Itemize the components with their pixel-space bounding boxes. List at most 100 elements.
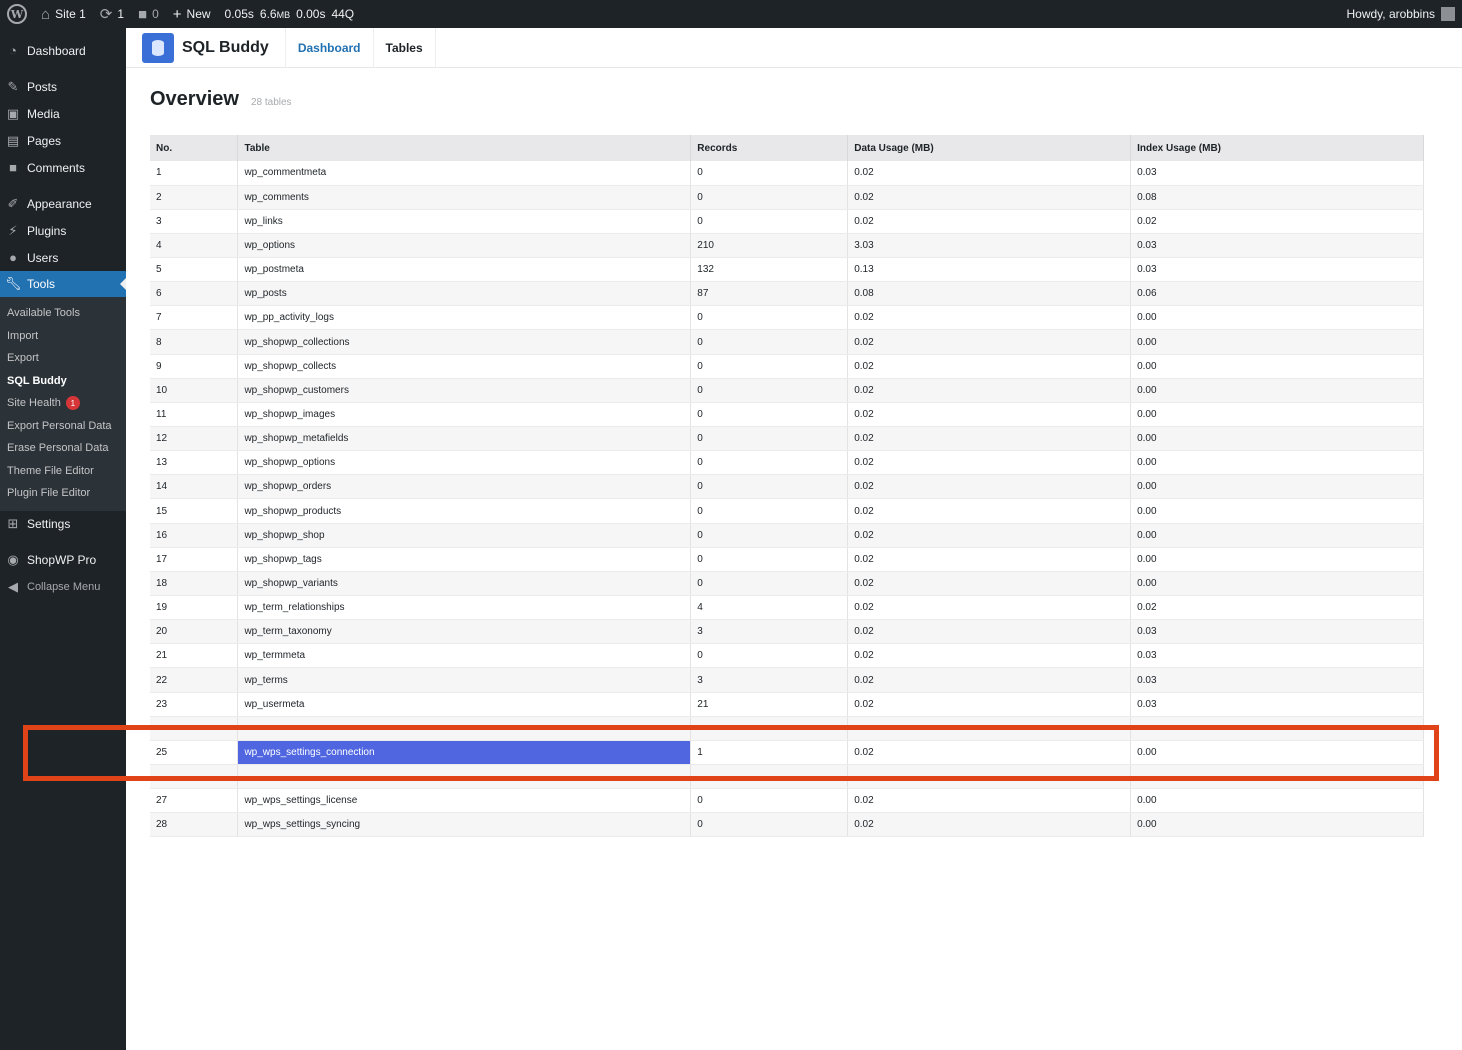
table-row[interactable]: 28 wp_wps_settings_syncing 0 0.02 0.00 bbox=[150, 812, 1424, 838]
table-row[interactable]: 3 wp_links 0 0.02 0.02 bbox=[150, 209, 1424, 234]
table-row[interactable]: 14 wp_shopwp_orders 0 0.02 0.00 bbox=[150, 474, 1424, 500]
table-name[interactable] bbox=[237, 716, 692, 741]
submenu-available-tools[interactable]: Available Tools bbox=[0, 302, 126, 325]
table-row[interactable]: 27 wp_wps_settings_license 0 0.02 0.00 bbox=[150, 788, 1424, 814]
table-row[interactable]: 16 wp_shopwp_shop 0 0.02 0.00 bbox=[150, 523, 1424, 548]
comments-menu[interactable]: ■ 0 bbox=[131, 0, 166, 28]
table-name[interactable]: wp_commentmeta bbox=[237, 161, 692, 186]
table-row[interactable]: 9 wp_shopwp_collects 0 0.02 0.00 bbox=[150, 354, 1424, 379]
my-account-menu[interactable]: Howdy, arobbins bbox=[1340, 0, 1462, 28]
table-row[interactable]: 15 wp_shopwp_products 0 0.02 0.00 bbox=[150, 498, 1424, 524]
tab-dashboard[interactable]: Dashboard bbox=[284, 27, 373, 68]
table-name[interactable]: wp_postmeta bbox=[237, 257, 692, 283]
table-row[interactable]: 18 wp_shopwp_variants 0 0.02 0.00 bbox=[150, 571, 1424, 597]
record-count: 132 bbox=[690, 257, 849, 283]
table-row[interactable] bbox=[150, 764, 1424, 790]
table-name[interactable]: wp_wps_settings_syncing bbox=[237, 812, 692, 838]
table-name[interactable]: wp_wps_settings_connection bbox=[237, 740, 692, 766]
table-name[interactable]: wp_terms bbox=[237, 667, 692, 693]
table-name[interactable]: wp_term_relationships bbox=[237, 595, 692, 621]
sidebar-item-label: ShopWP Pro bbox=[27, 553, 97, 567]
submenu-erase-personal-data[interactable]: Erase Personal Data bbox=[0, 437, 126, 460]
submenu-theme-file-editor[interactable]: Theme File Editor bbox=[0, 460, 126, 483]
sidebar-item-dashboard[interactable]: ◔ Dashboard bbox=[0, 37, 126, 64]
table-row[interactable]: 7 wp_pp_activity_logs 0 0.02 0.00 bbox=[150, 305, 1424, 331]
table-name[interactable]: wp_shopwp_tags bbox=[237, 547, 692, 572]
table-row[interactable]: 10 wp_shopwp_customers 0 0.02 0.00 bbox=[150, 378, 1424, 403]
table-name[interactable]: wp_term_taxonomy bbox=[237, 619, 692, 645]
column-header[interactable]: No. bbox=[150, 135, 239, 161]
table-name[interactable]: wp_usermeta bbox=[237, 692, 692, 717]
table-row[interactable]: 23 wp_usermeta 21 0.02 0.03 bbox=[150, 692, 1424, 717]
new-content-menu[interactable]: + New bbox=[166, 0, 218, 28]
submenu-import[interactable]: Import bbox=[0, 325, 126, 348]
table-name[interactable]: wp_posts bbox=[237, 281, 692, 307]
table-name[interactable]: wp_shopwp_variants bbox=[237, 571, 692, 597]
table-name[interactable]: wp_shopwp_images bbox=[237, 402, 692, 428]
table-name[interactable]: wp_shopwp_orders bbox=[237, 474, 692, 500]
query-monitor-menu[interactable]: 0.05s 6.6MB 0.00s 44Q bbox=[218, 0, 368, 28]
sidebar-item-comments[interactable]: ■ Comments bbox=[0, 154, 126, 181]
column-header[interactable]: Index Usage (MB) bbox=[1130, 135, 1424, 161]
data-usage: 0.13 bbox=[847, 257, 1132, 283]
wordpress-logo-menu[interactable]: W bbox=[0, 0, 34, 28]
sidebar-item-media[interactable]: ▣ Media bbox=[0, 100, 126, 127]
tab-tables[interactable]: Tables bbox=[372, 27, 436, 68]
table-row[interactable]: 2 wp_comments 0 0.02 0.08 bbox=[150, 185, 1424, 210]
updates-menu[interactable]: ⟳ 1 bbox=[93, 0, 131, 28]
table-name[interactable]: wp_shopwp_collects bbox=[237, 354, 692, 379]
table-row[interactable]: 13 wp_shopwp_options 0 0.02 0.00 bbox=[150, 450, 1424, 476]
table-name[interactable]: wp_shopwp_customers bbox=[237, 378, 692, 403]
site-name-menu[interactable]: ⌂ Site 1 bbox=[34, 0, 93, 28]
submenu-plugin-file-editor[interactable]: Plugin File Editor bbox=[0, 482, 126, 505]
table-name[interactable] bbox=[237, 764, 692, 790]
table-row[interactable]: 4 wp_options 210 3.03 0.03 bbox=[150, 233, 1424, 259]
sidebar-item-appearance[interactable]: ✐ Appearance bbox=[0, 190, 126, 217]
sidebar-item-plugins[interactable]: ⚡ Plugins bbox=[0, 217, 126, 244]
sidebar-item-posts[interactable]: ✎ Posts bbox=[0, 73, 126, 100]
collapse-menu-button[interactable]: ◀ Collapse Menu bbox=[0, 574, 126, 601]
table-row[interactable]: 20 wp_term_taxonomy 3 0.02 0.03 bbox=[150, 619, 1424, 645]
column-header[interactable]: Table bbox=[237, 135, 692, 161]
table-name[interactable]: wp_comments bbox=[237, 185, 692, 210]
table-name[interactable]: wp_shopwp_metafields bbox=[237, 426, 692, 452]
sidebar-item-settings[interactable]: ⊞ Settings bbox=[0, 511, 126, 538]
table-name[interactable]: wp_shopwp_options bbox=[237, 450, 692, 476]
table-row[interactable]: 21 wp_termmeta 0 0.02 0.03 bbox=[150, 643, 1424, 669]
table-name[interactable]: wp_wps_settings_license bbox=[237, 788, 692, 814]
submenu-export[interactable]: Export bbox=[0, 347, 126, 370]
plugin-title: SQL Buddy bbox=[182, 38, 269, 56]
table-row[interactable]: 11 wp_shopwp_images 0 0.02 0.00 bbox=[150, 402, 1424, 428]
submenu-sql-buddy[interactable]: SQL Buddy bbox=[0, 370, 126, 393]
submenu-site-health[interactable]: Site Health 1 bbox=[0, 392, 126, 415]
column-header[interactable]: Records bbox=[690, 135, 849, 161]
sidebar-item-shopwp[interactable]: ◉ ShopWP Pro bbox=[0, 547, 126, 574]
row-number: 9 bbox=[150, 354, 239, 379]
table-name[interactable]: wp_links bbox=[237, 209, 692, 234]
sidebar-item-tools[interactable]: 🔧︎ Tools bbox=[0, 271, 126, 297]
row-number: 16 bbox=[150, 523, 239, 548]
table-row[interactable]: 12 wp_shopwp_metafields 0 0.02 0.00 bbox=[150, 426, 1424, 452]
sidebar-item-pages[interactable]: ▤ Pages bbox=[0, 127, 126, 154]
data-usage: 0.02 bbox=[847, 426, 1132, 452]
table-name[interactable]: wp_options bbox=[237, 233, 692, 259]
sidebar-item-label: Settings bbox=[27, 517, 71, 531]
table-row[interactable]: 8 wp_shopwp_collections 0 0.02 0.00 bbox=[150, 329, 1424, 355]
sidebar-item-users[interactable]: ● Users bbox=[0, 244, 126, 271]
submenu-export-personal-data[interactable]: Export Personal Data bbox=[0, 415, 126, 438]
column-header[interactable]: Data Usage (MB) bbox=[847, 135, 1132, 161]
table-row[interactable]: 19 wp_term_relationships 4 0.02 0.02 bbox=[150, 595, 1424, 621]
table-row[interactable]: 6 wp_posts 87 0.08 0.06 bbox=[150, 281, 1424, 307]
table-name[interactable]: wp_shopwp_shop bbox=[237, 523, 692, 548]
table-row[interactable]: 22 wp_terms 3 0.02 0.03 bbox=[150, 667, 1424, 693]
table-row[interactable] bbox=[150, 716, 1424, 741]
table-name[interactable]: wp_shopwp_products bbox=[237, 498, 692, 524]
table-row[interactable]: 17 wp_shopwp_tags 0 0.02 0.00 bbox=[150, 547, 1424, 572]
table-row[interactable]: 5 wp_postmeta 132 0.13 0.03 bbox=[150, 257, 1424, 283]
table-name[interactable]: wp_termmeta bbox=[237, 643, 692, 669]
table-name[interactable]: wp_shopwp_collections bbox=[237, 329, 692, 355]
table-name[interactable]: wp_pp_activity_logs bbox=[237, 305, 692, 331]
data-usage: 0.02 bbox=[847, 209, 1132, 234]
table-row[interactable]: 1 wp_commentmeta 0 0.02 0.03 bbox=[150, 161, 1424, 186]
table-row[interactable]: 25 wp_wps_settings_connection 1 0.02 0.00 bbox=[150, 740, 1424, 766]
